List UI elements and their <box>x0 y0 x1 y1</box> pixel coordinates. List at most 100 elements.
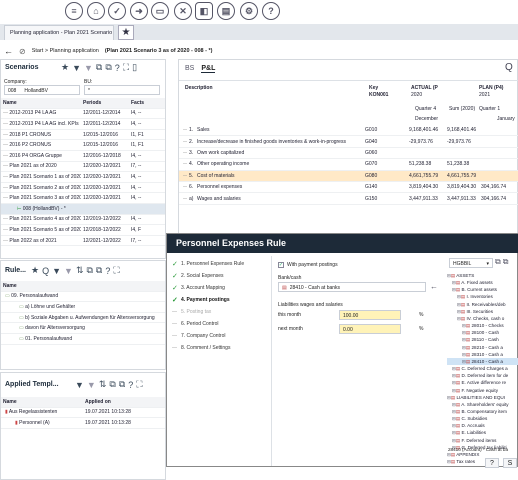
tree-node[interactable]: ⊟▤ F. Deferred items <box>447 437 518 444</box>
breadcrumb-path[interactable]: Start > Planning application <box>32 48 99 54</box>
copy-icon[interactable]: ⧉ <box>495 257 501 267</box>
list-icon[interactable]: ≡ <box>65 2 83 20</box>
help-icon[interactable]: ? <box>128 380 133 390</box>
scenario-row[interactable]: — Plan 2021 Scenario 5 as of 2020 12/201… <box>1 225 165 236</box>
with-payment-checkbox[interactable]: ✓ <box>278 262 284 268</box>
filter-clear-icon[interactable]: ▼ <box>84 63 93 73</box>
scenario-row[interactable]: — 2016 P2 CRONUS 1/2015-12/2016 I1, F1 <box>1 140 165 151</box>
rule-row[interactable]: ▭ 01. Personalaufwand <box>1 334 165 345</box>
applied-row[interactable]: ▮ Aus Regelassistenten 19.07.2021 10:13:… <box>1 408 165 419</box>
search-icon[interactable]: Q <box>505 62 513 73</box>
rule-row[interactable]: ▭ a) Löhne und Gehälter <box>1 302 165 313</box>
scenario-row[interactable]: — 2012-2013 P4 LA AG incl. KPIs 12/2011-… <box>1 119 165 130</box>
bu-field[interactable]: * <box>84 85 160 95</box>
tree-node[interactable]: ⊟▤ B. Compensatory item <box>447 408 518 415</box>
tree-node[interactable]: ⊟▤ 28210 - Cash a <box>447 344 518 351</box>
scenario-row[interactable]: — Plan 2021 Scenario 1 as of 2020 12/202… <box>1 172 165 183</box>
copy-icon[interactable]: ⧉ <box>86 265 92 276</box>
help-icon[interactable]: ? <box>105 266 110 276</box>
print-icon[interactable]: ▤ <box>217 2 235 20</box>
tree-node[interactable]: ⊟▤ 28310 - Cash a <box>447 351 518 358</box>
tree-node[interactable]: ⊟▤ 28010 - Checks <box>447 322 518 329</box>
copy-icon[interactable]: ⧉ <box>109 379 115 390</box>
applied-row[interactable]: ▮ Personnel (A) 19.07.2021 10:13:28 <box>1 418 165 429</box>
scenario-row[interactable]: — 2018 P1 CRONUS 1/2015-12/2016 I1, F1 <box>1 130 165 141</box>
move-left-icon[interactable]: ← <box>430 282 438 291</box>
tree-node[interactable]: ⊟▤ I. Inventories <box>447 293 518 300</box>
tab-bs[interactable]: BS <box>185 65 194 73</box>
tree-node[interactable]: ⊟▤ E. Liabilities <box>447 429 518 436</box>
favorite-icon[interactable]: ★ <box>61 62 69 73</box>
scenario-row[interactable]: — Plan 2021 Scenario 4 as of 2020 12/201… <box>1 215 165 226</box>
paste-icon[interactable]: ⧉ <box>105 62 111 73</box>
pl-row[interactable]: — 5. Cost of materials G080 4,661,755.79… <box>179 170 518 182</box>
chart-of-accounts-select[interactable]: HGBBIL ▾ <box>449 258 493 268</box>
this-month-input[interactable]: 100.00 <box>339 310 401 320</box>
scenario-row[interactable]: ⊢ 008 (HollandBV) - * <box>1 203 165 215</box>
rule-row[interactable]: ▭ 09. Personalaufwand <box>1 292 165 303</box>
report-icon[interactable]: ◧ <box>195 2 213 20</box>
paste-icon[interactable]: ⧉ <box>96 265 102 276</box>
tree-node[interactable]: ⊟▤ B. Current assets <box>447 286 518 293</box>
tree-node[interactable]: ⊟▤ E. Active difference re <box>447 379 518 386</box>
tree-node[interactable]: ⊟▤ D. Deferred item for de <box>447 372 518 379</box>
expand-icon[interactable]: ⛶ <box>136 379 142 390</box>
search-icon[interactable]: Q <box>42 266 49 276</box>
tree-node[interactable]: ⊟▤ D. Accruals <box>447 422 518 429</box>
scenario-row[interactable]: — 2012-2013 P4 LA AG 12/2011-12/2014 I4,… <box>1 109 165 120</box>
filter-icon[interactable]: ▼ <box>75 380 84 390</box>
stop-icon[interactable]: ⊘ <box>19 47 26 56</box>
settings-search-icon[interactable]: ⚙ <box>240 2 258 20</box>
tree-node[interactable]: ⊟▤ A. Shareholders' equity <box>447 401 518 408</box>
tree-node[interactable]: ⊟▤ III. Securities <box>447 308 518 315</box>
pl-row[interactable]: — 4. Other operating income G070 51,238.… <box>179 159 518 171</box>
pl-row[interactable]: — 3. Own work capitalized G060 <box>179 148 518 160</box>
disk-check-icon[interactable]: ✓ <box>108 2 126 20</box>
next-button[interactable]: S <box>503 458 517 468</box>
home-icon[interactable]: ⌂ <box>87 2 105 20</box>
filter-clear-icon[interactable]: ▼ <box>64 266 73 276</box>
wizard-step[interactable]: ✓ 3. Account Mapping <box>172 282 270 294</box>
tree-node[interactable]: ⊟▤ 28110 - Cash <box>447 336 518 343</box>
sort-icon[interactable]: ⇅ <box>76 265 84 276</box>
tree-node[interactable]: ⊟▤ II. Receivables/deb <box>447 301 518 308</box>
wizard-step[interactable]: ✓ 4. Payment postings <box>172 294 270 306</box>
scenario-row[interactable]: — 2016 P4 ORGA Gruppe 12/2016-12/2018 I4… <box>1 151 165 162</box>
help-icon[interactable]: ? <box>262 2 280 20</box>
pin-tab-icon[interactable]: ★ <box>118 25 134 40</box>
paste-icon[interactable]: ⧉ <box>119 379 125 390</box>
filter-icon[interactable]: ▼ <box>72 63 81 73</box>
filter-clear-icon[interactable]: ▼ <box>87 380 96 390</box>
tab-planning-application[interactable]: Planning application - Plan 2021 Scenari… <box>4 25 114 40</box>
pl-row[interactable]: — 2. Increase/decrease in finished goods… <box>179 136 518 148</box>
arrow-right-icon[interactable]: ➜ <box>130 2 148 20</box>
tree-node[interactable]: ⊟▤ C. Subsidies <box>447 415 518 422</box>
company-field[interactable]: 008 HollandBV <box>4 85 80 95</box>
expand-icon[interactable]: ⛶ <box>123 62 129 73</box>
cancel-icon[interactable]: ✕ <box>174 2 192 20</box>
wizard-step[interactable]: —7. Company Control <box>172 330 270 342</box>
help-icon[interactable]: ? <box>115 63 120 73</box>
bank-field[interactable]: ▤ 28410 - Cash at banks <box>278 282 426 292</box>
tree-node[interactable]: ⊟▤ LIABILITIES AND EQUI <box>447 394 518 401</box>
scenario-row[interactable]: — Plan 2021 Scenario 2 as of 2020 12/202… <box>1 183 165 194</box>
scenario-row[interactable]: — Plan 2021 Scenario 3 as of 2020 12/202… <box>1 193 165 204</box>
wizard-step[interactable]: —5. Posting tax <box>172 306 270 318</box>
save-icon[interactable]: ▭ <box>151 2 169 20</box>
collapse-icon[interactable]: ▯ <box>132 62 137 73</box>
rule-row[interactable]: ▭ b) Soziale Abgaben u. Aufwendungen für… <box>1 313 165 324</box>
copy-icon[interactable]: ⧉ <box>96 62 102 73</box>
wizard-step[interactable]: —6. Period Control <box>172 318 270 330</box>
wizard-step[interactable]: ✓ 2. Social Expenses <box>172 270 270 282</box>
tree-node[interactable]: ⊟▤ A. Fixed assets <box>447 279 518 286</box>
scenario-row[interactable]: — Plan 2021 as of 2020 12/2020-12/2021 I… <box>1 162 165 173</box>
expand-icon[interactable]: ⛶ <box>113 265 119 276</box>
tree-node[interactable]: ⊟▤ F. Negative equity <box>447 387 518 394</box>
tab-pl[interactable]: P&L <box>201 65 216 73</box>
tree-node[interactable]: ⊟▤ C. Deferred Charges a <box>447 365 518 372</box>
paste-icon[interactable]: ⧉ <box>503 257 509 267</box>
scenario-row[interactable]: — Plan 2022 as of 2021 12/2021-12/2022 I… <box>1 236 165 247</box>
filter-icon[interactable]: ▼ <box>52 266 61 276</box>
wizard-step[interactable]: —8. Comment / Settings <box>172 342 270 354</box>
favorite-icon[interactable]: ★ <box>31 265 39 276</box>
